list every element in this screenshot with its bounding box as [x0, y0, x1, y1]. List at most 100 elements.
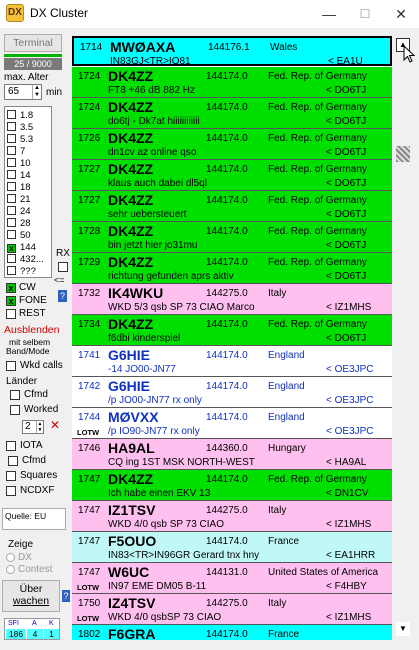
band-checkbox[interactable]: x	[7, 244, 16, 253]
scrollbar[interactable]: ▲ ▼	[394, 36, 412, 640]
rx-checkbox[interactable]	[58, 262, 68, 272]
scroll-down-button[interactable]: ▼	[396, 622, 410, 636]
band-row[interactable]: ???	[7, 266, 36, 278]
maximize-button[interactable]: ☐	[347, 0, 383, 28]
band-row[interactable]: 28	[7, 218, 31, 230]
band-checkbox[interactable]	[7, 230, 16, 239]
band-row[interactable]: 5.3	[7, 134, 33, 146]
band-checkbox[interactable]	[7, 146, 16, 155]
spot-row[interactable]: 1728 DK4ZZ 144174.0 Fed. Rep. of Germany bin…	[72, 222, 392, 253]
spot-row[interactable]: 1802F6GRA144174.0FranceIN78UK<>JN04DB< F…	[72, 625, 392, 640]
dx-radio[interactable]	[6, 553, 15, 562]
activity-bar	[4, 54, 62, 57]
spot-frequency: 144174.0	[206, 226, 248, 237]
mouse-cursor-icon	[403, 45, 415, 63]
help-icon[interactable]: ?	[62, 590, 70, 602]
max-age-value: 65	[8, 86, 20, 97]
spot-comment: IN83GJ<TR>IO81	[110, 56, 191, 67]
help-icon[interactable]: ?	[58, 290, 67, 302]
wkd-calls-checkbox[interactable]	[6, 361, 16, 371]
cw-checkbox[interactable]: x	[6, 283, 16, 293]
spot-frequency: 144174.0	[206, 71, 248, 82]
worked-spinner[interactable]: 2 ▲ ▼	[22, 420, 44, 434]
band-row[interactable]: 14	[7, 170, 31, 182]
spot-country: Fed. Rep. of Germany	[268, 257, 367, 268]
reset-x-icon[interactable]: ✕	[50, 418, 60, 432]
band-row[interactable]: 50	[7, 230, 31, 242]
spot-frequency: 144174.0	[206, 195, 248, 206]
spot-comment: WKD 4/0 qsbSP 73 CIAO	[108, 612, 222, 623]
spot-row[interactable]: 1726 DK4ZZ 144174.0 Fed. Rep. of Germany dn1…	[72, 129, 392, 160]
band-row[interactable]: 1.8	[7, 110, 33, 122]
spot-row[interactable]: 1746 HA9AL 144360.0 Hungary CQ ing 1ST MSK N…	[72, 439, 392, 470]
spot-row[interactable]: 1750 IZ4TSV 144275.0 Italy WKD 4/0 qsbSP 73 …	[72, 594, 392, 625]
ncdxf-checkbox[interactable]	[6, 486, 16, 496]
ueberwachen-button[interactable]: Über wachen	[2, 580, 60, 612]
terminal-button[interactable]: Terminal	[4, 34, 62, 52]
spot-count: 25 / 9000	[4, 58, 62, 70]
lotw-badge: LOTW	[77, 614, 100, 623]
max-age-spinner[interactable]: 65 ▲ ▼	[4, 84, 42, 100]
rx-label: RX	[56, 248, 70, 259]
spot-time: 1744	[78, 412, 101, 423]
cw-label: CW	[19, 282, 36, 293]
worked-checkbox[interactable]	[10, 405, 20, 415]
spot-comment: /p IO90-JN77 rx only	[108, 426, 200, 437]
source-label: Quelle: EU	[5, 511, 47, 521]
band-checkbox[interactable]	[7, 194, 16, 203]
spot-row[interactable]: 1727 DK4ZZ 144174.0 Fed. Rep. of Germany seh…	[72, 191, 392, 222]
spot-row[interactable]: 1732 IK4WKU 144275.0 Italy WKD 5/3 qsb SP 73…	[72, 284, 392, 315]
band-row[interactable]: 21	[7, 194, 31, 206]
band-checkbox[interactable]	[7, 266, 16, 275]
band-checkbox[interactable]	[7, 218, 16, 227]
spot-row[interactable]: 1744 MØVXX 144174.0 England/p IO90-JN77 rx …	[72, 408, 392, 439]
band-checkbox[interactable]	[7, 158, 16, 167]
fone-checkbox[interactable]: x	[6, 296, 16, 306]
band-row[interactable]: 10	[7, 158, 31, 170]
scroll-thumb[interactable]	[396, 146, 410, 162]
iota-checkbox[interactable]	[6, 441, 16, 451]
spot-country: Hungary	[268, 443, 306, 454]
band-checkbox[interactable]	[7, 110, 16, 119]
band-checkbox[interactable]	[7, 254, 16, 263]
band-row[interactable]: x 144	[7, 242, 36, 254]
spot-row[interactable]: 1741 G6HIE 144174.0 England -14 JO00-JN77 < O…	[72, 346, 392, 377]
spot-frequency: 144174.0	[206, 629, 248, 640]
band-row[interactable]: 7	[7, 146, 25, 158]
spot-row[interactable]: 1734 DK4ZZ 144174.0 Fed. Rep. of Germany f6d…	[72, 315, 392, 346]
contest-radio[interactable]	[6, 565, 15, 574]
spot-row[interactable]: 1714 MWØAXA 144176.1 Wales IN83GJ<TR>IO81 < E…	[72, 36, 392, 67]
spot-row[interactable]: 1727 DK4ZZ 144174.0 Fed. Rep. of Germany kla…	[72, 160, 392, 191]
spot-frequency: 144174.0	[206, 350, 248, 361]
band-mode-label: Band/Mode	[6, 346, 50, 356]
band-checkbox[interactable]	[7, 134, 16, 143]
band-checkbox[interactable]	[7, 122, 16, 131]
band-row[interactable]: 3.5	[7, 122, 33, 134]
band-row[interactable]: 432...	[7, 254, 44, 266]
iota-cfmd-checkbox[interactable]	[8, 456, 18, 466]
minimize-button[interactable]: —	[311, 0, 347, 28]
spinner-arrows-icon[interactable]: ▲ ▼	[36, 421, 43, 433]
spot-row[interactable]: 1729 DK4ZZ 144174.0 Fed. Rep. of Germany ric…	[72, 253, 392, 284]
cfmd-checkbox[interactable]	[10, 390, 20, 400]
spot-row[interactable]: 1747 DK4ZZ 144174.0 Fed. Rep. of Germany Ich…	[72, 470, 392, 501]
band-row[interactable]: 18	[7, 182, 31, 194]
band-row[interactable]: 24	[7, 206, 31, 218]
spot-country: France	[268, 536, 300, 547]
rest-checkbox[interactable]	[6, 309, 16, 319]
zeige-label: Zeige	[8, 539, 34, 550]
spot-row[interactable]: 1747 W6UC 144131.0 United States of America…	[72, 563, 392, 594]
spot-row[interactable]: 1724 DK4ZZ 144174.0 Fed. Rep. of Germany do6…	[72, 98, 392, 129]
spot-row[interactable]: 1724 DK4ZZ 144174.0 Fed. Rep. of Germany FT8…	[72, 67, 392, 98]
squares-checkbox[interactable]	[6, 471, 16, 481]
band-checkbox[interactable]	[7, 170, 16, 179]
spot-row[interactable]: 1742 G6HIE 144174.0 England/p JO00-JN77 rx …	[72, 377, 392, 408]
spot-callsign: G6HIE	[108, 378, 151, 394]
spinner-arrows-icon[interactable]: ▲ ▼	[32, 85, 41, 99]
ueberwachen-line2: wachen	[12, 595, 50, 607]
close-button[interactable]: ✕	[383, 0, 419, 28]
band-checkbox[interactable]	[7, 182, 16, 191]
spot-row[interactable]: 1747 F5OUO 144174.0 France IN83<TR>IN96GR Ge…	[72, 532, 392, 563]
band-checkbox[interactable]	[7, 206, 16, 215]
spot-row[interactable]: 1747 IZ1TSV 144275.0 Italy WKD 4/0 qsb SP 73…	[72, 501, 392, 532]
